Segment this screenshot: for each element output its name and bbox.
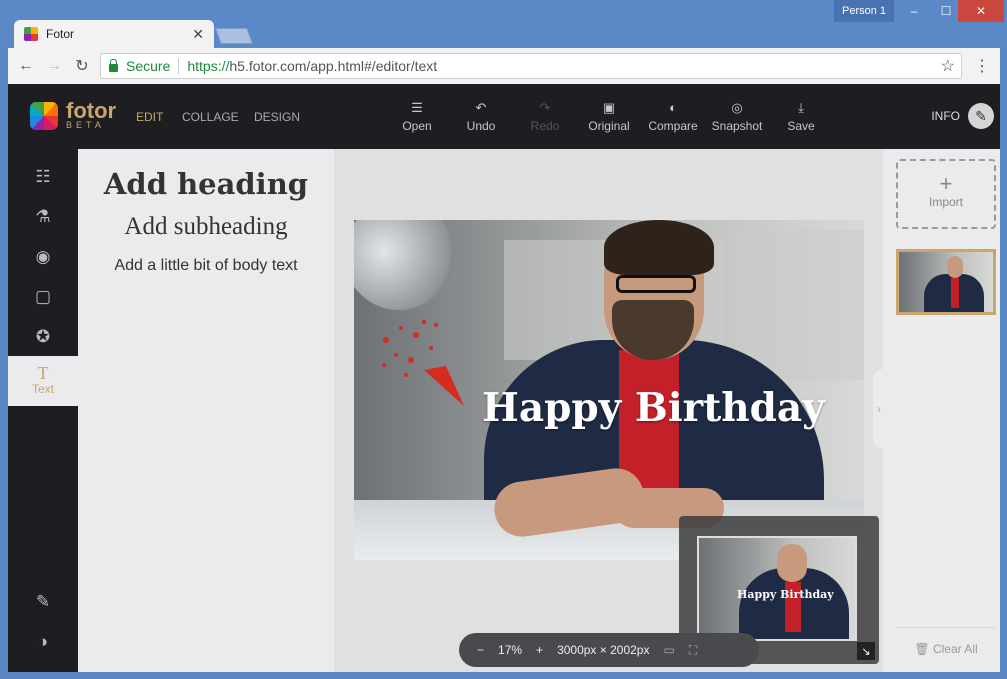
browser-titlebar: Fotor ✕ Person 1 – ☐ ✕ xyxy=(0,0,1007,48)
add-subheading-option[interactable]: Add subheading xyxy=(78,213,334,241)
fullscreen-icon[interactable]: ⛶ xyxy=(689,643,697,658)
browser-toolbar: ← → ↻ Secure https://h5.fotor.com/app.ht… xyxy=(8,48,1000,84)
beauty-eye-icon[interactable]: ◉ xyxy=(8,237,78,277)
edit-note-icon[interactable]: ✎ xyxy=(8,582,78,622)
canvas-text-overlay[interactable]: Happy Birthday xyxy=(354,385,864,431)
plus-icon: + xyxy=(939,171,953,196)
mode-collage[interactable]: COLLAGE xyxy=(182,110,239,124)
image-icon: ▣ xyxy=(602,100,616,115)
left-sidebar: ☷ ⚗ ◉ ▢ ✪ T Text ✎ ◑ xyxy=(8,149,78,672)
close-tab-icon[interactable]: ✕ xyxy=(192,26,204,43)
address-bar[interactable]: Secure https://h5.fotor.com/app.html#/ed… xyxy=(100,53,962,79)
text-panel: Add heading Add subheading Add a little … xyxy=(78,149,334,672)
camera-icon: ◎ xyxy=(731,100,743,115)
effects-flask-icon[interactable]: ⚗ xyxy=(8,197,78,237)
add-body-text-option[interactable]: Add a little bit of body text xyxy=(78,257,334,275)
minimize-icon[interactable]: – xyxy=(898,0,930,22)
man-hair xyxy=(604,220,714,275)
clear-all-button[interactable]: 🗑 Clear All xyxy=(896,627,996,656)
open-button[interactable]: ☰ Open xyxy=(385,100,449,133)
man-glasses xyxy=(616,275,696,293)
snapshot-label: Snapshot xyxy=(711,119,763,133)
redo-icon: ↷ xyxy=(539,100,551,115)
compare-button[interactable]: ◐ Compare xyxy=(641,100,705,133)
import-label: Import xyxy=(928,195,963,209)
chevron-right-icon: › xyxy=(877,402,881,416)
browser-tab[interactable]: Fotor ✕ xyxy=(14,20,214,48)
undo-icon: ↶ xyxy=(475,100,487,115)
open-label: Open xyxy=(402,119,432,133)
editor-canvas: Happy Birthday Happy Birthday ↘ − 17% + … xyxy=(334,149,885,672)
right-panel: + Import 🗑 Clear All xyxy=(883,149,1000,672)
bookmark-star-icon[interactable]: ☆ xyxy=(941,56,955,76)
divider xyxy=(178,58,180,74)
frames-icon[interactable]: ▢ xyxy=(8,277,78,317)
forward-icon[interactable]: → xyxy=(40,57,68,75)
image-dimensions: 3000px × 2002px xyxy=(557,643,650,657)
fotor-favicon-icon xyxy=(24,27,38,41)
brush-icon: ✎ xyxy=(975,107,987,124)
menu-icon: ☰ xyxy=(411,100,423,115)
undo-label: Undo xyxy=(466,119,496,133)
zoom-out-icon[interactable]: − xyxy=(477,643,484,657)
download-icon: ⤓ xyxy=(798,100,804,115)
redo-button[interactable]: ↷ Redo xyxy=(513,100,577,133)
thumbnail-shirt xyxy=(951,278,959,308)
snapshot-button[interactable]: ◎ Snapshot xyxy=(705,100,769,133)
logo-name: fotor xyxy=(66,98,117,123)
lock-icon xyxy=(109,59,118,72)
mode-edit[interactable]: EDIT xyxy=(136,110,163,124)
thumbnail-head xyxy=(947,256,963,278)
collapse-navigator-icon[interactable]: ↘ xyxy=(857,642,875,660)
edited-photo[interactable]: Happy Birthday xyxy=(354,220,864,560)
original-label: Original xyxy=(588,119,630,133)
minimap-head xyxy=(777,544,807,582)
minimap-text: Happy Birthday xyxy=(737,588,834,601)
back-icon[interactable]: ← xyxy=(12,57,40,75)
logo-mark-icon xyxy=(30,102,58,130)
reload-icon[interactable]: ↻ xyxy=(68,56,96,76)
new-tab-button[interactable] xyxy=(215,28,253,44)
undo-button[interactable]: ↶ Undo xyxy=(449,100,513,133)
profile-button[interactable]: Person 1 xyxy=(834,0,894,22)
fit-screen-icon[interactable]: ▭ xyxy=(663,643,674,657)
stickers-star-icon[interactable]: ✪ xyxy=(8,317,78,357)
sidebar-item-label: Text xyxy=(31,382,54,396)
url-scheme: https:// xyxy=(187,58,230,74)
add-heading-option[interactable]: Add heading xyxy=(78,167,334,201)
url-text: h5.fotor.com/app.html#/editor/text xyxy=(229,58,438,74)
text-icon: T xyxy=(37,363,49,383)
trash-icon: 🗑 xyxy=(914,642,930,656)
zoom-in-icon[interactable]: + xyxy=(536,643,543,657)
minimap-viewport[interactable]: Happy Birthday xyxy=(697,536,857,641)
compare-label: Compare xyxy=(648,119,698,133)
info-link[interactable]: INFO xyxy=(931,109,960,123)
save-button[interactable]: ⤓ Save xyxy=(769,100,833,133)
import-button[interactable]: + Import xyxy=(896,159,996,229)
user-avatar[interactable]: ✎ xyxy=(968,103,994,129)
app-topbar: fotor BETA EDIT COLLAGE DESIGN ☰ Open ↶ Un… xyxy=(8,84,1000,149)
clear-all-label: Clear All xyxy=(932,642,978,656)
save-label: Save xyxy=(787,119,815,133)
sidebar-item-text[interactable]: T Text xyxy=(8,356,78,406)
image-thumbnail[interactable] xyxy=(896,249,996,315)
tab-title: Fotor xyxy=(46,27,75,41)
zoom-bar: − 17% + 3000px × 2002px ▭ ⛶ xyxy=(459,633,759,667)
desk-lamp xyxy=(354,220,475,331)
original-button[interactable]: ▣ Original xyxy=(577,100,641,133)
browser-menu-icon[interactable]: ⋮ xyxy=(974,56,990,76)
compare-icon: ◐ xyxy=(669,100,677,115)
close-window-icon[interactable]: ✕ xyxy=(958,0,1004,22)
secure-label: Secure xyxy=(126,58,171,74)
fotor-logo[interactable]: fotor BETA xyxy=(30,98,117,130)
redo-label: Redo xyxy=(530,119,560,133)
mode-design[interactable]: DESIGN xyxy=(254,110,300,124)
adjust-sliders-icon[interactable]: ☷ xyxy=(8,157,78,197)
theme-toggle-icon[interactable]: ◑ xyxy=(8,622,78,662)
fotor-app: fotor BETA EDIT COLLAGE DESIGN ☰ Open ↶ Un… xyxy=(8,84,1000,672)
zoom-level: 17% xyxy=(498,643,523,657)
